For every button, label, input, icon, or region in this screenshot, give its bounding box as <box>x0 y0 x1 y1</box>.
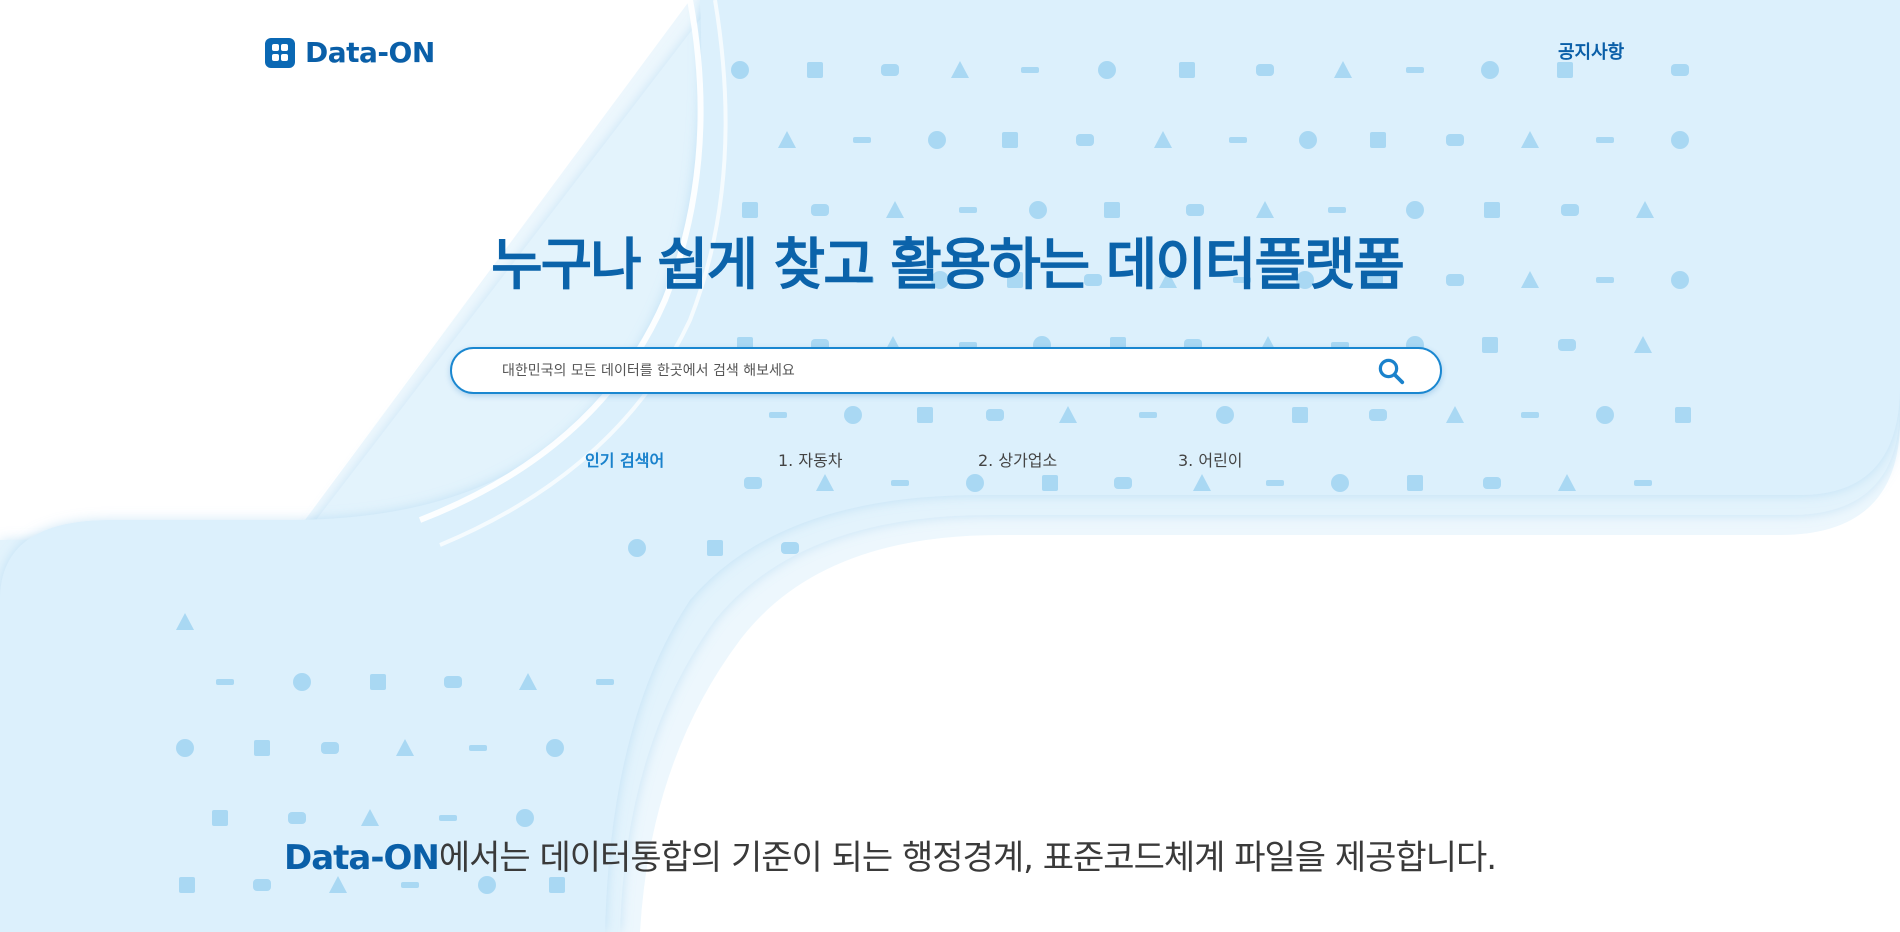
pattern-icon <box>744 477 762 489</box>
pattern-icon <box>254 740 270 756</box>
pattern-icon <box>1216 406 1234 424</box>
popular-search-item[interactable]: 2. 상가업소 <box>978 447 1057 471</box>
pattern-icon <box>596 679 614 685</box>
pattern-icon <box>1186 204 1204 216</box>
pattern-icon <box>1104 202 1120 218</box>
pattern-icon <box>253 879 271 891</box>
pattern-icon <box>1406 201 1424 219</box>
pattern-icon <box>1299 131 1317 149</box>
popular-search-label: 인기 검색어 <box>585 451 665 470</box>
pattern-icon <box>917 407 933 423</box>
pattern-icon <box>321 742 339 754</box>
pattern-icon <box>469 745 487 751</box>
pattern-icon <box>1596 406 1614 424</box>
logo-text: Data-ON <box>305 36 435 69</box>
pattern-icon <box>1076 134 1094 146</box>
pattern-icon <box>1328 207 1346 213</box>
pattern-icon <box>1634 480 1652 486</box>
main-blue-shape <box>0 0 1900 932</box>
search-box <box>450 347 1442 394</box>
pattern-icon <box>781 542 799 554</box>
pattern-icon <box>628 539 646 557</box>
pattern-icon <box>959 207 977 213</box>
pattern-icon <box>1331 474 1349 492</box>
pattern-icon <box>1558 339 1576 351</box>
pattern-icon <box>966 474 984 492</box>
pattern-icon <box>1292 407 1308 423</box>
pattern-icon <box>179 877 195 893</box>
pattern-icon <box>288 812 306 824</box>
intro-description: 에서는 데이터통합의 기준이 되는 행정경계, 표준코드체계 파일을 제공합니다… <box>438 838 1497 878</box>
data-on-logo-icon <box>265 37 295 68</box>
pattern-icon <box>1446 134 1464 146</box>
pattern-icon <box>1139 412 1157 418</box>
search-icon[interactable] <box>1376 356 1406 386</box>
pattern-icon <box>1484 202 1500 218</box>
pattern-icon <box>1482 337 1498 353</box>
pattern-icon <box>1229 137 1247 143</box>
pattern-icon <box>1675 407 1691 423</box>
hero-headline: 누구나 쉽게 찾고 활용하는 데이터플랫폼 <box>491 233 1405 298</box>
pattern-icon <box>212 810 228 826</box>
pattern-icon <box>1483 477 1501 489</box>
pattern-icon <box>439 815 457 821</box>
site-logo[interactable]: Data-ON <box>265 36 435 69</box>
pattern-icon <box>370 674 386 690</box>
pattern-icon <box>1596 137 1614 143</box>
pattern-icon <box>516 809 534 827</box>
pattern-icon <box>549 877 565 893</box>
pattern-icon <box>444 676 462 688</box>
popular-search-item[interactable]: 1. 자동차 <box>778 447 843 471</box>
pattern-icon <box>928 131 946 149</box>
pattern-icon <box>216 679 234 685</box>
pattern-icon <box>1042 475 1058 491</box>
pattern-icon <box>853 137 871 143</box>
intro-brand: Data-ON <box>284 838 440 878</box>
pattern-icon <box>1370 132 1386 148</box>
pattern-icon <box>811 204 829 216</box>
pattern-icon <box>891 480 909 486</box>
pattern-icon <box>742 202 758 218</box>
pattern-icon <box>1029 201 1047 219</box>
pattern-icon <box>1266 480 1284 486</box>
pattern-icon <box>176 739 194 757</box>
pattern-icon <box>1114 477 1132 489</box>
site-header: Data-ON 공지사항 <box>0 0 1900 100</box>
notice-link[interactable]: 공지사항 <box>1558 38 1624 64</box>
search-input[interactable] <box>502 349 1362 392</box>
pattern-icon <box>707 540 723 556</box>
pattern-icon <box>986 409 1004 421</box>
pattern-icon <box>1369 409 1387 421</box>
intro-text: Data-ON에서는 데이터통합의 기준이 되는 행정경계, 표준코드체계 파일… <box>284 830 1497 879</box>
pattern-icon <box>1002 132 1018 148</box>
pattern-icon <box>1561 204 1579 216</box>
popular-search-item[interactable]: 3. 어린이 <box>1178 447 1243 471</box>
pattern-icon <box>1521 412 1539 418</box>
pattern-icon <box>1671 131 1689 149</box>
pattern-icon <box>401 882 419 888</box>
pattern-icon <box>769 412 787 418</box>
background-decoration <box>0 0 1900 932</box>
pattern-icon <box>844 406 862 424</box>
pattern-icon <box>1407 475 1423 491</box>
pattern-icon <box>546 739 564 757</box>
pattern-icon <box>293 673 311 691</box>
